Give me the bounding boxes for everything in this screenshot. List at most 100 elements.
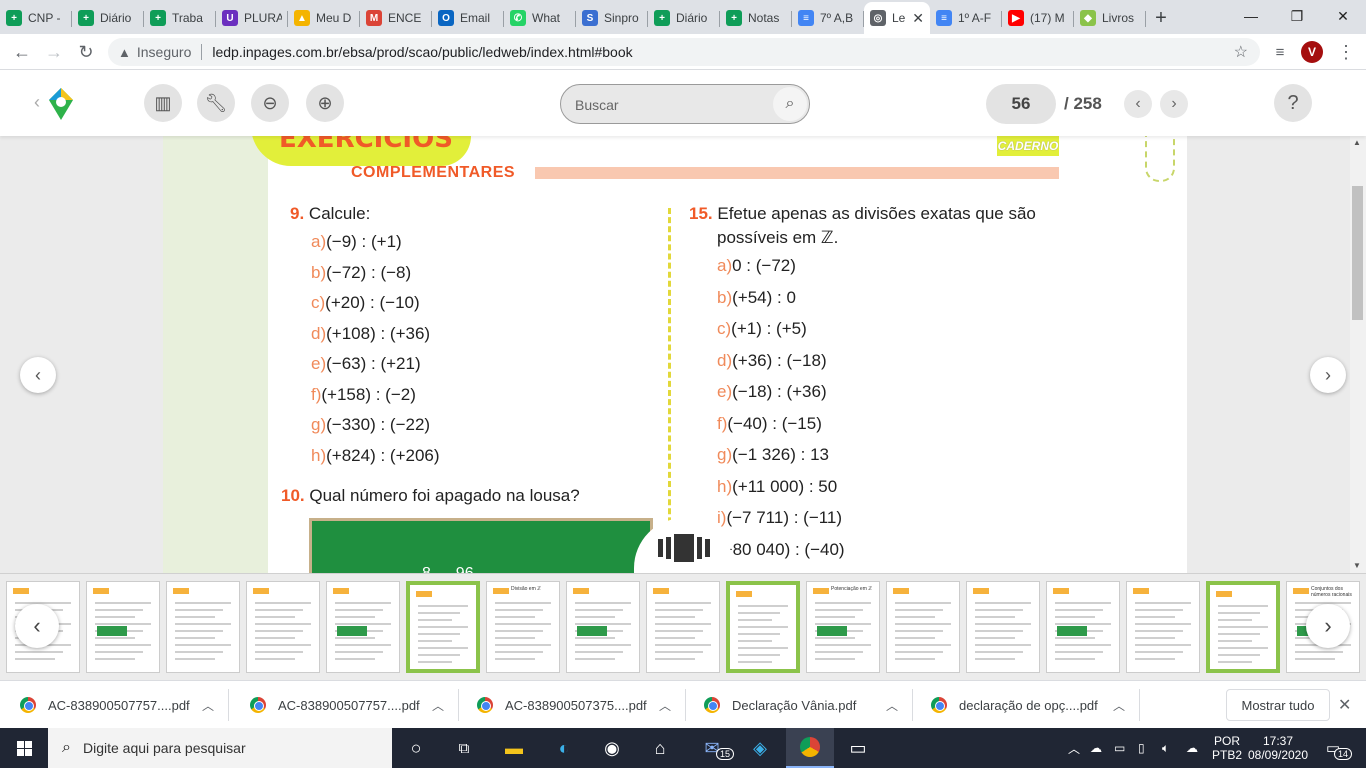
- language-indicator[interactable]: POR PTB2: [1212, 728, 1242, 768]
- forward-icon[interactable]: →: [42, 40, 66, 64]
- current-page-input[interactable]: 56: [986, 84, 1056, 124]
- page-thumbnail[interactable]: [86, 581, 160, 673]
- obs-icon[interactable]: ◉: [588, 728, 636, 768]
- edge-icon[interactable]: ◐: [540, 728, 588, 768]
- browser-tab[interactable]: + Diário: [648, 2, 720, 34]
- onedrive-icon[interactable]: ☁: [1186, 728, 1198, 768]
- url-text[interactable]: ledp.inpages.com.br/ebsa/prod/scao/publi…: [212, 44, 632, 60]
- browser-tab[interactable]: U PLURA: [216, 2, 288, 34]
- page-thumbnail[interactable]: [1126, 581, 1200, 673]
- download-item[interactable]: Declaração Vânia.pdf ︿: [684, 681, 910, 729]
- item-expression: (−18) : (+36): [732, 382, 827, 401]
- page-thumbnail[interactable]: [406, 581, 480, 673]
- page-thumbnail[interactable]: [566, 581, 640, 673]
- download-options-icon[interactable]: ︿: [432, 697, 444, 714]
- prev-page-icon[interactable]: ‹: [1124, 90, 1152, 118]
- file-explorer-icon[interactable]: ▬: [490, 728, 538, 768]
- page-thumbnail[interactable]: Potenciação em ℤ: [806, 581, 880, 673]
- search-input[interactable]: [575, 94, 765, 116]
- profile-avatar[interactable]: V: [1301, 41, 1323, 63]
- browser-tab[interactable]: + CNP -: [0, 2, 72, 34]
- network-icon[interactable]: ▭: [1114, 728, 1125, 768]
- browser-tab[interactable]: + Traba: [144, 2, 216, 34]
- download-item[interactable]: declaração de opç....pdf ︿: [911, 681, 1137, 729]
- item-letter: b): [717, 287, 733, 307]
- app-window-icon[interactable]: ▭: [834, 728, 882, 768]
- page-thumbnail[interactable]: [1206, 581, 1280, 673]
- download-options-icon[interactable]: ︿: [1113, 697, 1125, 714]
- omnibox[interactable]: ▲ Inseguro ledp.inpages.com.br/ebsa/prod…: [108, 38, 1260, 66]
- bookmark-ribbon[interactable]: [1145, 136, 1175, 182]
- download-item[interactable]: AC-838900507375....pdf ︿: [457, 681, 683, 729]
- library-icon[interactable]: ▥: [144, 84, 182, 122]
- browser-tab[interactable]: ▶ (17) M: [1002, 2, 1074, 34]
- reload-icon[interactable]: ↻: [74, 40, 98, 64]
- browser-tab[interactable]: O Email: [432, 2, 504, 34]
- page-thumbnail[interactable]: [326, 581, 400, 673]
- browser-tab[interactable]: + Diário: [72, 2, 144, 34]
- download-item[interactable]: AC-838900507757....pdf ︿: [0, 681, 226, 729]
- zoom-in-icon[interactable]: ⊕: [306, 84, 344, 122]
- viewer-scrollbar-thumb[interactable]: [1352, 186, 1363, 320]
- tray-chevron-icon[interactable]: ︿: [1068, 728, 1080, 768]
- scroll-down-icon[interactable]: ▼: [1353, 561, 1361, 570]
- browser-tab[interactable]: ≡ 1º A-F: [930, 2, 1002, 34]
- download-options-icon[interactable]: ︿: [202, 697, 214, 714]
- close-window-button[interactable]: ✕: [1320, 0, 1366, 32]
- weather-icon[interactable]: ☁: [1090, 728, 1102, 768]
- reading-list-icon[interactable]: ≡: [1268, 40, 1292, 64]
- page-thumbnail[interactable]: [166, 581, 240, 673]
- new-tab-icon[interactable]: +: [1146, 2, 1176, 34]
- page-thumbnail[interactable]: [646, 581, 720, 673]
- close-tab-icon[interactable]: ✕: [912, 10, 924, 27]
- browser-tab[interactable]: S Sinpro: [576, 2, 648, 34]
- start-button[interactable]: [0, 728, 48, 768]
- browser-tab[interactable]: ◎ Le ✕: [864, 2, 930, 34]
- page-thumbnail[interactable]: [246, 581, 320, 673]
- store-icon[interactable]: ⌂: [636, 728, 684, 768]
- browser-tab[interactable]: ≡ 7º A,B: [792, 2, 864, 34]
- browser-tab[interactable]: + Notas: [720, 2, 792, 34]
- prev-spread-icon[interactable]: ‹: [20, 357, 56, 393]
- download-item[interactable]: AC-838900507757....pdf ︿: [230, 681, 456, 729]
- windows-taskbar: ⌕ Digite aqui para pesquisar ○ ⧉ ▬ ◐ ◉ ⌂…: [0, 728, 1366, 768]
- back-icon[interactable]: ←: [10, 40, 34, 64]
- item-letter: c): [717, 319, 732, 338]
- clock[interactable]: 17:37 08/09/2020: [1248, 728, 1308, 768]
- page-thumbnail[interactable]: [966, 581, 1040, 673]
- search-icon[interactable]: ⌕: [773, 87, 807, 121]
- thumbnails-next-icon[interactable]: ›: [1306, 604, 1350, 648]
- maximize-button[interactable]: ❐: [1274, 0, 1320, 32]
- chrome-taskbar-icon[interactable]: [786, 728, 834, 768]
- menu-kebab-icon[interactable]: ⋮: [1334, 40, 1358, 64]
- page-thumbnail[interactable]: Divisão em ℤ: [486, 581, 560, 673]
- next-spread-icon[interactable]: ›: [1310, 357, 1346, 393]
- notification-badge: 14: [1334, 748, 1353, 760]
- task-view-icon[interactable]: ⧉: [440, 728, 488, 768]
- sidebar-collapse-icon[interactable]: ‹: [34, 92, 40, 113]
- safari-icon[interactable]: ◈: [736, 728, 784, 768]
- page-thumbnail[interactable]: [726, 581, 800, 673]
- tools-wrench-icon[interactable]: 🔧︎: [197, 84, 235, 122]
- download-options-icon[interactable]: ︿: [886, 697, 898, 714]
- thumbnails-prev-icon[interactable]: ‹: [15, 604, 59, 648]
- next-page-icon[interactable]: ›: [1160, 90, 1188, 118]
- bookmark-star-icon[interactable]: ☆: [1234, 42, 1248, 62]
- browser-tab[interactable]: ▲ Meu D: [288, 2, 360, 34]
- taskbar-search[interactable]: ⌕ Digite aqui para pesquisar: [48, 728, 392, 768]
- minimize-button[interactable]: —: [1228, 0, 1274, 32]
- download-options-icon[interactable]: ︿: [659, 697, 671, 714]
- browser-tab[interactable]: ◆ Livros: [1074, 2, 1146, 34]
- show-all-downloads-button[interactable]: Mostrar tudo: [1226, 689, 1330, 721]
- help-icon[interactable]: ?: [1274, 84, 1312, 122]
- page-thumbnail[interactable]: [1046, 581, 1120, 673]
- zoom-out-icon[interactable]: ⊖: [251, 84, 289, 122]
- browser-tab[interactable]: M ENCE: [360, 2, 432, 34]
- cortana-icon[interactable]: ○: [392, 728, 440, 768]
- page-thumbnail[interactable]: [886, 581, 960, 673]
- browser-tab[interactable]: ✆ What: [504, 2, 576, 34]
- volume-icon[interactable]: 🔈︎: [1162, 728, 1169, 768]
- close-downloads-icon[interactable]: ✕: [1338, 695, 1351, 715]
- battery-icon[interactable]: ▯: [1138, 728, 1145, 768]
- scroll-up-icon[interactable]: ▲: [1353, 138, 1361, 147]
